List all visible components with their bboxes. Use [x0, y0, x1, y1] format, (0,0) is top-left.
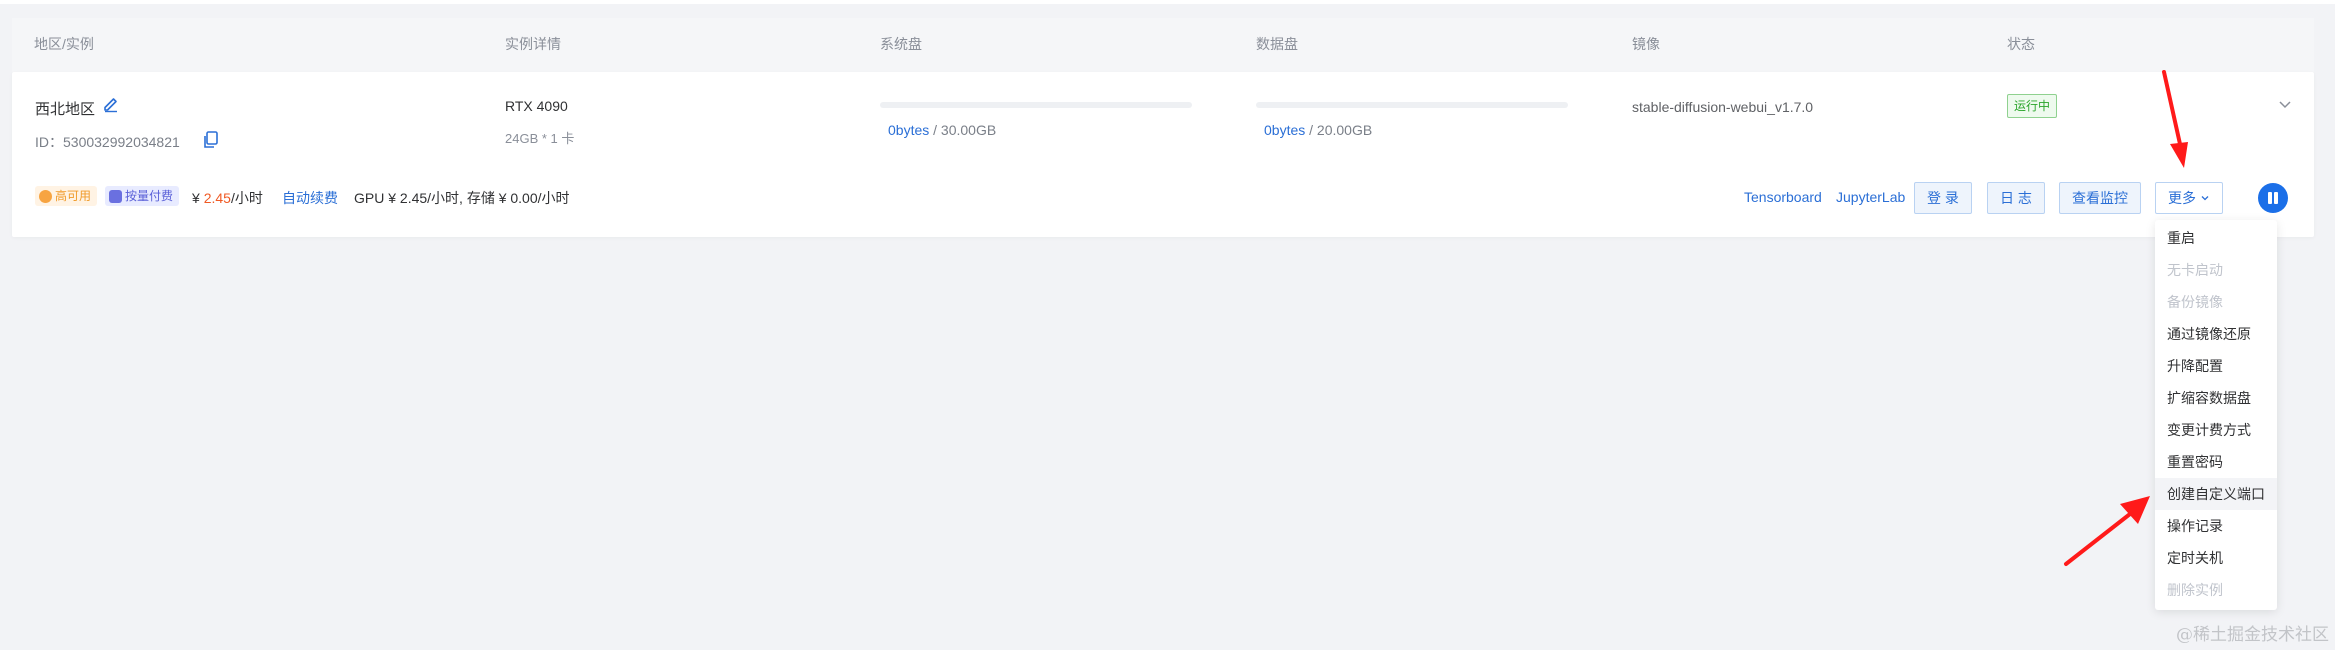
- chevron-down-icon: [2201, 196, 2209, 201]
- col-image: 镜像: [1632, 36, 1660, 52]
- login-button[interactable]: 登 录: [1914, 182, 1972, 214]
- instance-card: 西北地区 ID：530032992034821 RTX 4090 24GB * …: [12, 72, 2314, 237]
- top-divider: [0, 0, 2335, 4]
- tag-pay-as-you-go: 按量付费: [105, 186, 180, 206]
- annotation-arrow-right-icon: [2064, 496, 2150, 566]
- jupyterlab-link[interactable]: JupyterLab: [1836, 189, 1905, 205]
- menu-item-custom-port[interactable]: 创建自定义端口: [2155, 478, 2277, 510]
- region-name: 西北地区: [35, 101, 96, 118]
- logs-button[interactable]: 日 志: [1987, 182, 2045, 214]
- menu-item-delete-instance[interactable]: 删除实例: [2155, 574, 2277, 606]
- annotation-arrow-down-icon: [2162, 70, 2188, 168]
- gpu-name: RTX 4090: [505, 98, 568, 114]
- tag-high-availability: 高可用: [35, 186, 98, 206]
- tag-pay-label: 按量付费: [125, 189, 174, 203]
- gpu-spec: 24GB * 1 卡: [505, 131, 575, 146]
- menu-item-reset-password[interactable]: 重置密码: [2155, 446, 2277, 478]
- table-header: 地区/实例 实例详情 系统盘 数据盘 镜像 状态: [12, 18, 2314, 72]
- col-status: 状态: [2007, 36, 2035, 52]
- data-disk-usage: 0bytes / 20.00GB: [1264, 122, 1372, 138]
- price-currency: ¥: [192, 190, 204, 206]
- menu-item-backup-image[interactable]: 备份镜像: [2155, 286, 2277, 318]
- ha-icon: [39, 189, 52, 203]
- image-name: stable-diffusion-webui_v1.7.0: [1632, 99, 1814, 115]
- status-badge: 运行中: [2007, 94, 2058, 118]
- watermark: @稀土掘金技术社区: [2176, 625, 2329, 645]
- menu-item-resize-config[interactable]: 升降配置: [2155, 350, 2277, 382]
- menu-item-change-billing[interactable]: 变更计费方式: [2155, 414, 2277, 446]
- col-system-disk: 系统盘: [880, 36, 922, 52]
- pause-button[interactable]: [2258, 183, 2288, 213]
- edit-icon[interactable]: [102, 95, 120, 113]
- col-detail: 实例详情: [505, 36, 561, 52]
- more-dropdown-menu: 重启 无卡启动 备份镜像 通过镜像还原 升降配置 扩缩容数据盘 变更计费方式 重…: [2155, 220, 2277, 610]
- price-unit: /小时: [230, 190, 263, 206]
- system-disk-used: 0bytes: [888, 122, 930, 138]
- instance-id: ID：530032992034821: [35, 134, 180, 150]
- menu-item-resize-data-disk[interactable]: 扩缩容数据盘: [2155, 382, 2277, 414]
- menu-item-gpuless-start[interactable]: 无卡启动: [2155, 254, 2277, 286]
- auto-renew-link[interactable]: 自动续费: [282, 188, 338, 208]
- col-data-disk: 数据盘: [1256, 36, 1298, 52]
- data-disk-bar: [1256, 102, 1568, 108]
- col-region: 地区/实例: [34, 36, 94, 52]
- data-disk-used: 0bytes: [1264, 122, 1306, 138]
- more-button[interactable]: 更多: [2155, 182, 2223, 214]
- system-disk-total: / 30.00GB: [929, 122, 997, 138]
- tag-ha-label: 高可用: [55, 189, 92, 203]
- pricing-detail: GPU ¥ 2.45/小时, 存储 ¥ 0.00/小时: [354, 190, 570, 206]
- tensorboard-link[interactable]: Tensorboard: [1744, 189, 1822, 205]
- menu-item-scheduled-shutdown[interactable]: 定时关机: [2155, 542, 2277, 574]
- chevron-down-icon[interactable]: [2277, 96, 2293, 112]
- menu-item-restart[interactable]: 重启: [2155, 222, 2277, 254]
- price-value: 2.45: [203, 190, 231, 206]
- monitor-button[interactable]: 查看监控: [2059, 182, 2141, 214]
- system-disk-usage: 0bytes / 30.00GB: [888, 122, 996, 138]
- data-disk-total: / 20.00GB: [1305, 122, 1373, 138]
- billing-icon: [109, 189, 122, 203]
- more-label: 更多: [2168, 190, 2196, 206]
- system-disk-bar: [880, 102, 1192, 108]
- menu-item-restore-from-image[interactable]: 通过镜像还原: [2155, 318, 2277, 350]
- hourly-price: ¥ 2.45/小时: [192, 188, 263, 208]
- menu-item-operation-log[interactable]: 操作记录: [2155, 510, 2277, 542]
- copy-icon[interactable]: [202, 130, 220, 150]
